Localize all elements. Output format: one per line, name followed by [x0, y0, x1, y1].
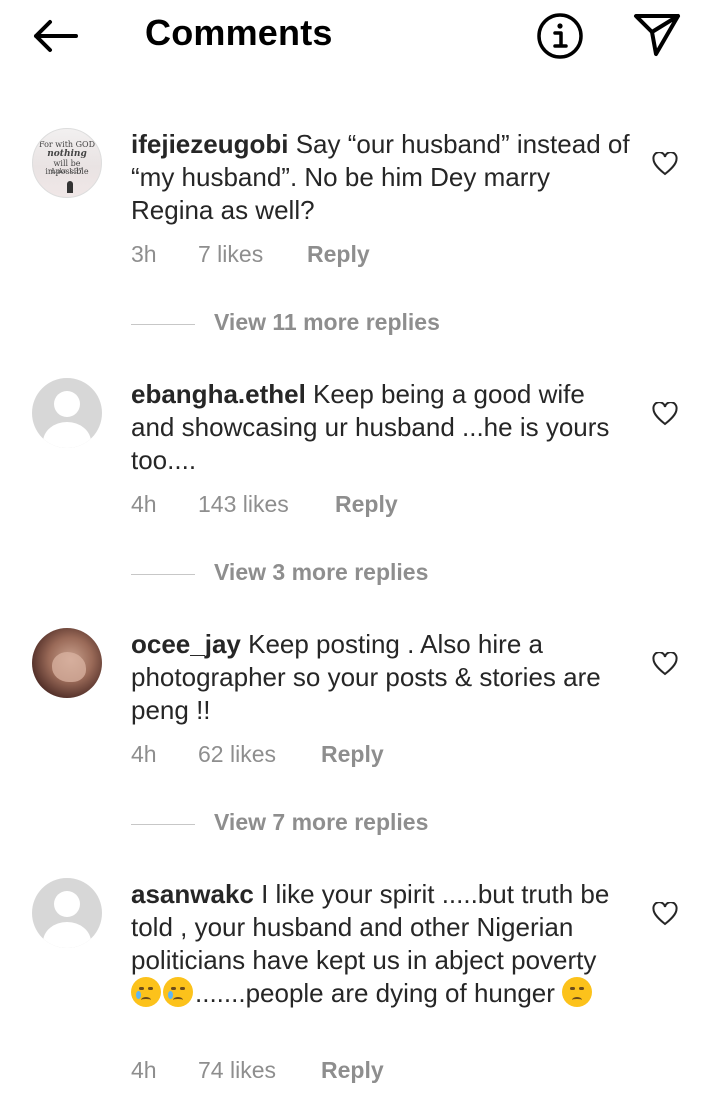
reply-button[interactable]: Reply [307, 241, 370, 268]
header: Comments [0, 0, 720, 72]
view-replies-label: View 11 more replies [214, 309, 440, 335]
reply-button[interactable]: Reply [321, 741, 384, 768]
comment-time: 4h [131, 491, 157, 517]
comment-text: ifejiezeugobi Say “our husband” instead … [131, 128, 631, 227]
like-button[interactable] [652, 651, 678, 676]
pensive-face-emoji-icon [562, 977, 593, 1007]
comment-likes[interactable]: 143 likes [198, 491, 289, 518]
avatar[interactable] [32, 878, 102, 948]
like-button[interactable] [652, 901, 678, 926]
comment-text: asanwakc I like your spirit .....but tru… [131, 878, 611, 1010]
comment-time: 4h [131, 741, 157, 767]
avatar[interactable]: For with GOD nothing will be impossible … [32, 128, 102, 198]
avatar-head [54, 391, 80, 417]
divider [131, 574, 195, 575]
comment-likes[interactable]: 7 likes [198, 241, 263, 268]
crying-face-emoji-icon [131, 977, 161, 1007]
comment-text: ocee_jay Keep posting . Also hire a phot… [131, 628, 631, 727]
comment-time: 4h [131, 1057, 157, 1083]
crying-face-emoji-icon [163, 977, 193, 1007]
heart-icon [652, 901, 678, 926]
heart-icon [652, 401, 678, 426]
send-icon [634, 14, 680, 56]
avatar-photo-detail [52, 652, 86, 682]
comment-username[interactable]: ebangha.ethel [131, 379, 306, 409]
divider [131, 824, 195, 825]
comment-username[interactable]: ifejiezeugobi [131, 129, 288, 159]
view-replies-label: View 7 more replies [214, 809, 429, 835]
back-button[interactable] [30, 16, 80, 56]
info-icon [537, 13, 583, 59]
send-button[interactable] [632, 12, 682, 58]
comment-username[interactable]: ocee_jay [131, 629, 241, 659]
comment-likes[interactable]: 74 likes [198, 1057, 276, 1084]
comment-likes[interactable]: 62 likes [198, 741, 276, 768]
divider [131, 324, 195, 325]
comment-username[interactable]: asanwakc [131, 879, 254, 909]
comment-text: ebangha.ethel Keep being a good wife and… [131, 378, 631, 477]
avatar-quote-line: nothing [47, 149, 87, 159]
avatar-figure [67, 181, 73, 193]
avatar[interactable] [32, 628, 102, 698]
avatar-body [43, 422, 91, 448]
reply-button[interactable]: Reply [335, 491, 398, 518]
page-title: Comments [145, 12, 333, 53]
avatar[interactable] [32, 378, 102, 448]
arrow-left-icon [34, 20, 78, 52]
heart-icon [652, 151, 678, 176]
reply-button[interactable]: Reply [321, 1057, 384, 1084]
info-button[interactable] [536, 12, 584, 60]
avatar-head [54, 891, 80, 917]
view-replies-label: View 3 more replies [214, 559, 429, 585]
like-button[interactable] [652, 151, 678, 176]
avatar-body [43, 922, 91, 948]
heart-icon [652, 651, 678, 676]
comment-time: 3h [131, 241, 157, 267]
avatar-quote-line: Luke 1:37 [51, 168, 83, 175]
like-button[interactable] [652, 401, 678, 426]
comment-body: .......people are dying of hunger [195, 978, 563, 1008]
avatar-quote-line: For with GOD [39, 140, 95, 149]
